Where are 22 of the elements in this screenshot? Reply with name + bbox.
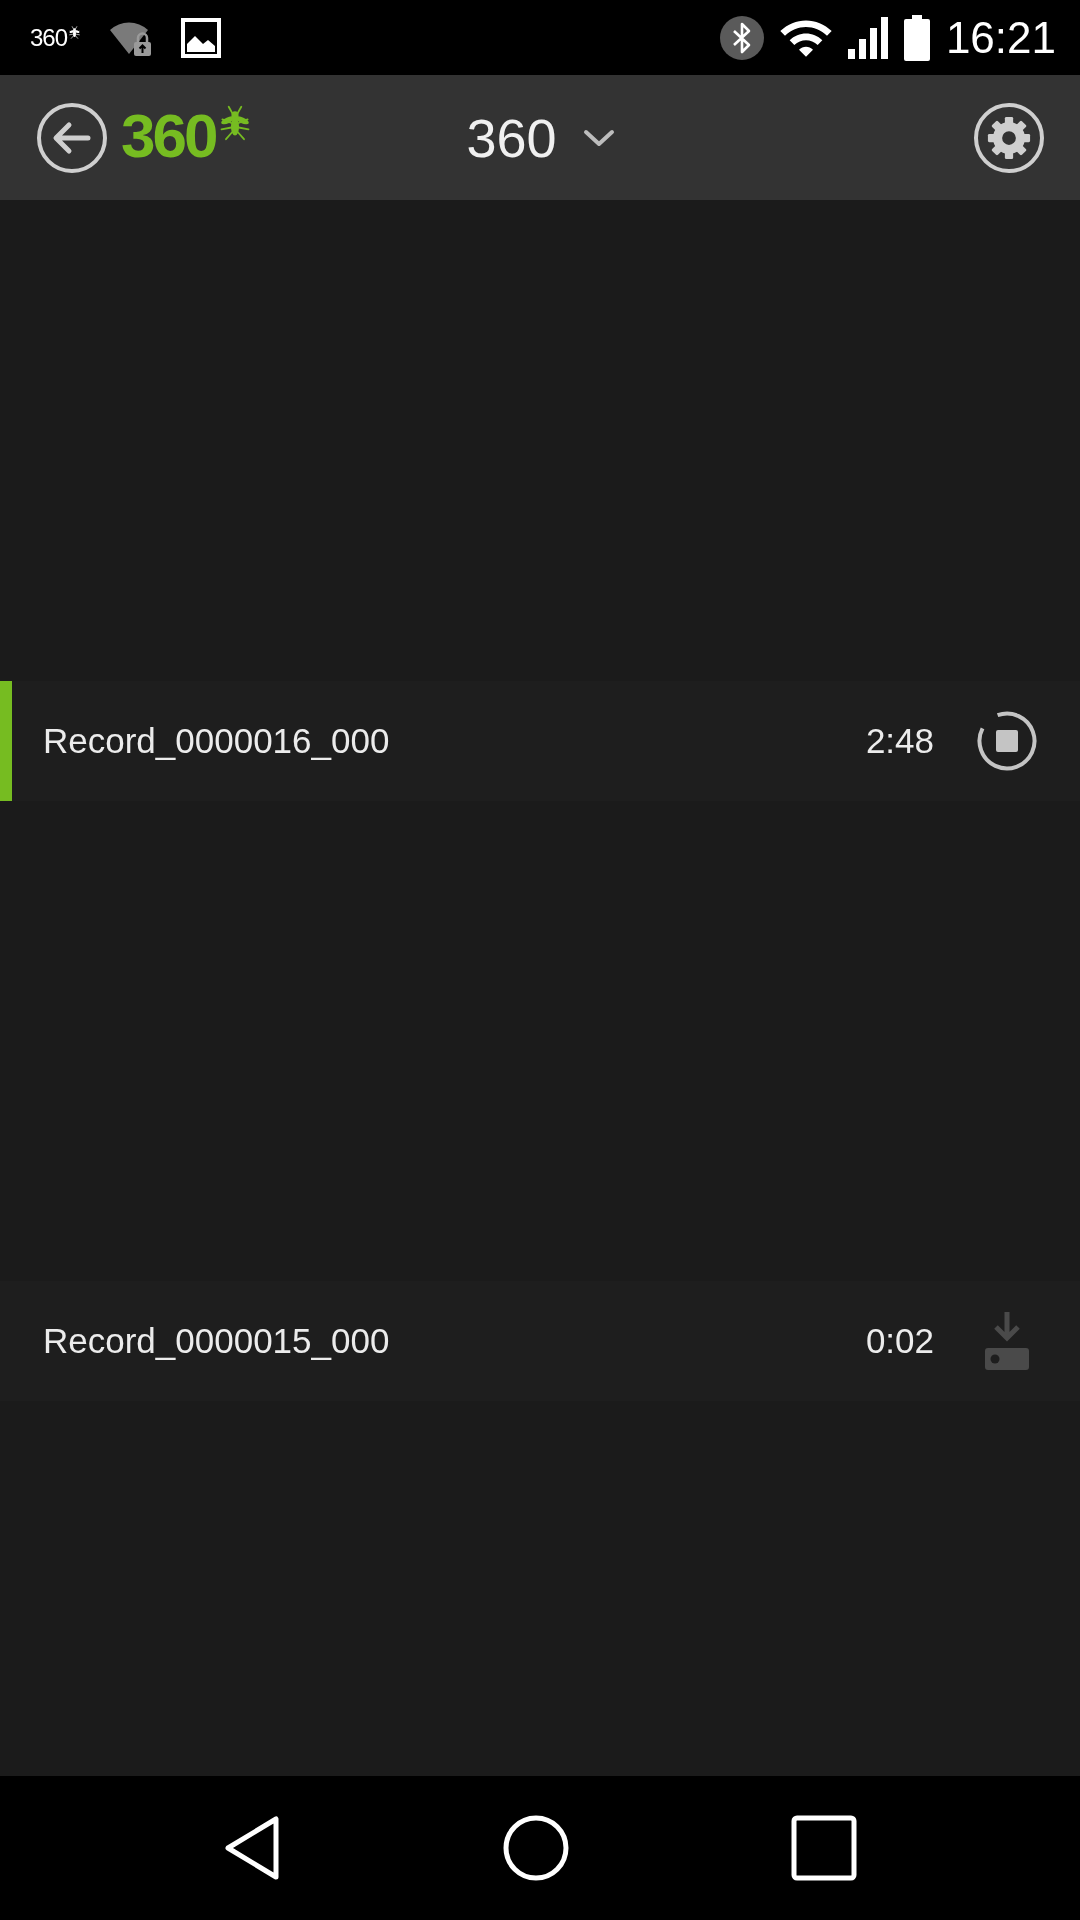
record-name: Record_0000016_000 [43, 721, 391, 761]
app-logo-text: 360 [30, 25, 68, 50]
chevron-down-icon [582, 128, 615, 147]
logo-text: 360 [121, 104, 216, 167]
image-icon [181, 17, 222, 58]
record-duration: 2:48 [865, 721, 934, 761]
settings-icon [987, 115, 1031, 160]
home-icon[interactable] [503, 1815, 569, 1881]
record-duration: 0:02 [865, 1321, 934, 1361]
settings-button[interactable] [974, 102, 1044, 173]
clock-text: 16:21 [945, 15, 1056, 60]
record-name: Record_0000015_000 [43, 1321, 391, 1361]
fly-icon [68, 25, 82, 39]
back-icon[interactable] [223, 1815, 281, 1881]
stop-icon[interactable] [977, 711, 1037, 771]
back-arrow-icon [52, 120, 92, 155]
battery-icon [903, 14, 930, 61]
back-button[interactable] [37, 102, 107, 173]
signal-icon [847, 16, 888, 59]
device-dropdown[interactable]: 360 [466, 106, 615, 169]
recents-icon[interactable] [791, 1815, 857, 1881]
bluetooth-icon [719, 15, 764, 60]
